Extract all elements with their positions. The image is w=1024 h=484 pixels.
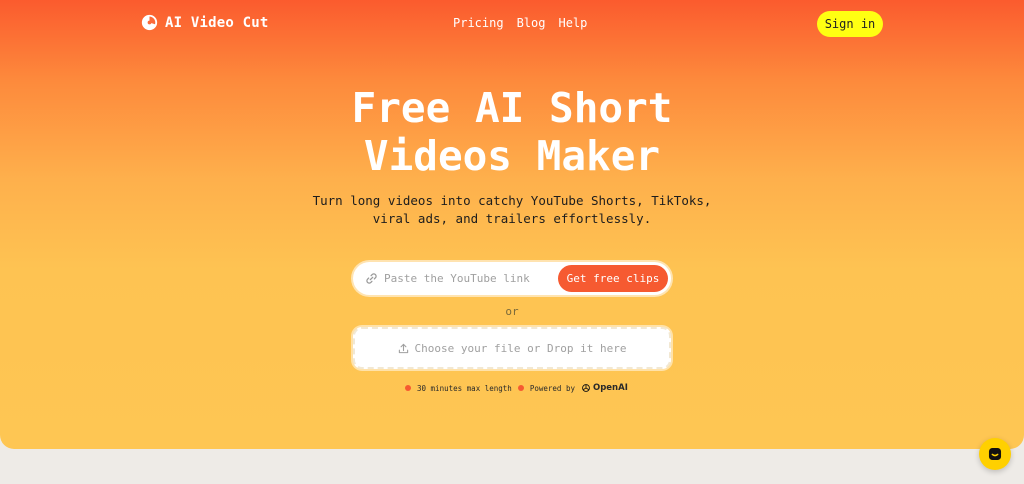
page-title: Free AI Short Videos Maker xyxy=(212,84,812,180)
title-line-1: Free AI Short xyxy=(351,84,673,132)
nav-help[interactable]: Help xyxy=(558,16,587,30)
bullet-dot xyxy=(517,385,524,391)
max-length-note: 30 minutes max length xyxy=(417,383,512,393)
nav-links: Pricing Blog Help xyxy=(453,16,587,30)
link-icon xyxy=(366,273,377,284)
subtitle-line-2: viral ads, and trailers effortlessly. xyxy=(372,211,652,226)
openai-badge: OpenAI xyxy=(581,383,628,393)
chat-icon xyxy=(988,447,1002,461)
brand-name: AI Video Cut xyxy=(165,14,269,31)
hero-section: AI Video Cut Pricing Blog Help Sign in F… xyxy=(0,0,1024,449)
bullet-dot xyxy=(405,385,411,391)
top-nav: AI Video Cut Pricing Blog Help Sign in xyxy=(0,0,1024,48)
youtube-url-form: Get free clips xyxy=(353,262,671,295)
brand-logo[interactable]: AI Video Cut xyxy=(141,14,269,31)
logo-icon xyxy=(141,14,158,31)
powered-by-label: Powered by xyxy=(529,383,575,393)
get-free-clips-button[interactable]: Get free clips xyxy=(558,265,668,292)
openai-icon xyxy=(582,384,590,392)
nav-blog[interactable]: Blog xyxy=(517,16,546,30)
meta-info: 30 minutes max length Powered by OpenAI xyxy=(405,383,628,393)
drop-zone-label: Choose your file or Drop it here xyxy=(414,341,627,355)
nav-pricing[interactable]: Pricing xyxy=(453,16,504,30)
file-drop-zone[interactable]: Choose your file or Drop it here xyxy=(353,327,671,369)
upload-icon xyxy=(398,343,408,353)
page-subtitle: Turn long videos into catchy YouTube Sho… xyxy=(212,192,812,228)
or-separator: or xyxy=(505,305,519,318)
openai-label: OpenAI xyxy=(592,383,628,393)
youtube-url-input[interactable] xyxy=(384,268,554,289)
subtitle-line-1: Turn long videos into catchy YouTube Sho… xyxy=(312,193,712,208)
support-chat-button[interactable] xyxy=(979,438,1011,470)
sign-in-button[interactable]: Sign in xyxy=(817,11,883,37)
title-line-2: Videos Maker xyxy=(363,132,661,180)
